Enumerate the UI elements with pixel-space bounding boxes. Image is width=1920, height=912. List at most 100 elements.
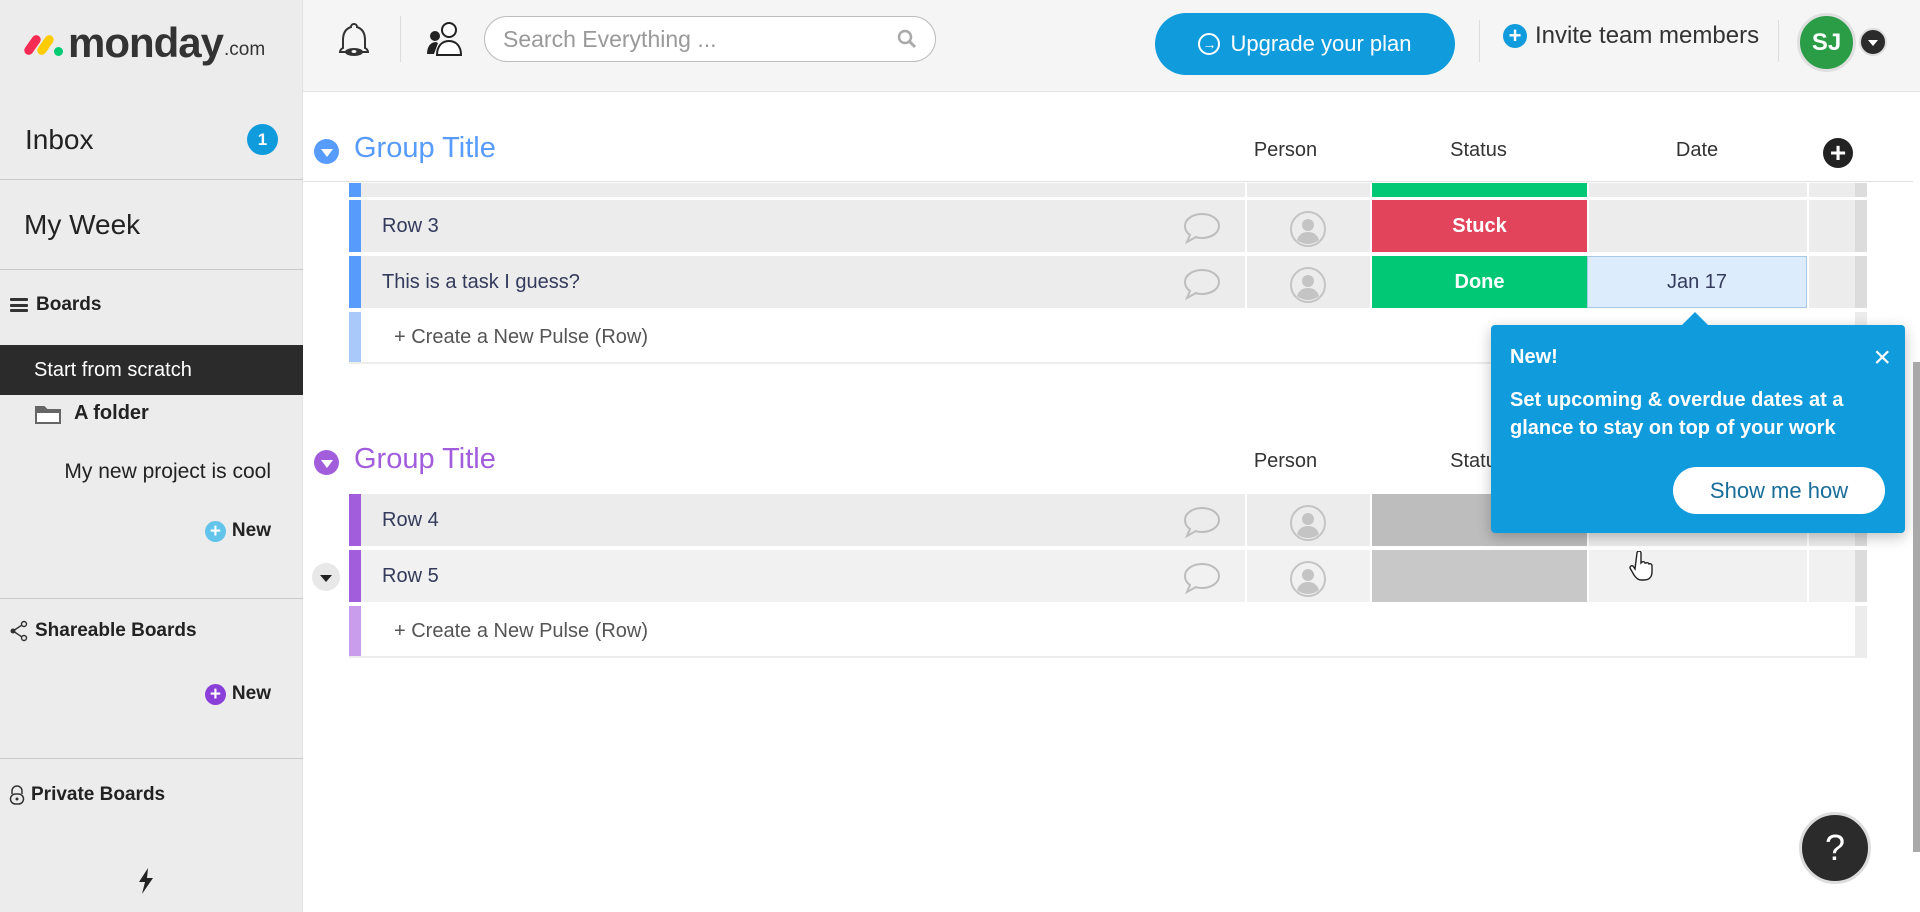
logo-suffix: .com xyxy=(224,39,266,60)
new-board-button[interactable]: + New xyxy=(204,520,271,542)
status-cell[interactable] xyxy=(1370,550,1587,602)
column-header-status[interactable]: Status xyxy=(1370,139,1587,162)
person-cell[interactable] xyxy=(1245,494,1370,546)
shareable-label: Shareable Boards xyxy=(35,620,197,641)
team-icon[interactable] xyxy=(425,20,465,63)
row-name[interactable]: Row 3 xyxy=(382,215,439,238)
upgrade-label: Upgrade your plan xyxy=(1230,31,1412,56)
lock-icon xyxy=(9,785,25,805)
hand-cursor-icon xyxy=(1629,550,1653,588)
close-icon[interactable]: × xyxy=(1873,343,1891,373)
person-avatar-icon xyxy=(1290,211,1326,247)
row-name[interactable]: Row 5 xyxy=(382,565,439,588)
group-collapse-icon[interactable] xyxy=(314,450,339,475)
row-color-bar xyxy=(349,550,361,602)
column-header-person[interactable]: Person xyxy=(1223,139,1348,162)
toolbar-divider xyxy=(400,16,401,62)
sidebar-boards-header[interactable]: Boards xyxy=(10,294,101,316)
sidebar-divider xyxy=(0,758,303,759)
comment-icon[interactable] xyxy=(1183,506,1221,538)
group-title[interactable]: Group Title xyxy=(354,132,496,165)
person-cell[interactable] xyxy=(1245,550,1370,602)
row-name[interactable]: This is a task I guess? xyxy=(382,271,580,294)
plus-icon: + xyxy=(204,683,226,705)
column-header-date[interactable]: Date xyxy=(1587,139,1807,162)
new-label: New xyxy=(231,683,271,704)
date-cell[interactable]: Jan 17 xyxy=(1587,256,1807,308)
sidebar-item-project[interactable]: My new project is cool xyxy=(64,460,271,484)
private-label: Private Boards xyxy=(31,784,166,805)
folder-icon xyxy=(35,405,61,424)
share-icon xyxy=(10,620,28,642)
monday-logo[interactable]: monday .com xyxy=(22,19,266,66)
row-menu-chevron-icon[interactable] xyxy=(312,563,340,591)
group-collapse-icon[interactable] xyxy=(314,139,339,164)
person-cell[interactable] xyxy=(1245,183,1370,197)
person-avatar-icon xyxy=(1290,561,1326,597)
user-avatar[interactable]: SJ xyxy=(1797,13,1856,72)
comment-icon[interactable] xyxy=(1183,562,1221,594)
group-title[interactable]: Group Title xyxy=(354,443,496,476)
table-row[interactable] xyxy=(349,183,1867,199)
invite-team-members-button[interactable]: + Invite team members xyxy=(1503,22,1759,50)
add-column-icon[interactable]: + xyxy=(1823,138,1853,168)
my-week-label: My Week xyxy=(24,208,141,240)
search-input[interactable] xyxy=(503,25,897,53)
plus-circle-icon: + xyxy=(1503,24,1527,48)
show-me-how-button[interactable]: Show me how xyxy=(1673,467,1885,514)
status-cell[interactable]: Stuck xyxy=(1370,200,1587,252)
row-color-bar xyxy=(349,256,361,308)
tooltip-body: Set upcoming & overdue dates at a glance… xyxy=(1510,389,1844,439)
sidebar-folder[interactable]: A folder xyxy=(34,402,149,425)
lightning-icon[interactable] xyxy=(136,868,156,901)
table-row[interactable]: Row 3 Stuck xyxy=(349,200,1867,254)
row-color-bar xyxy=(349,200,361,252)
create-row[interactable]: + Create a New Pulse (Row) xyxy=(349,606,1867,658)
menu-icon xyxy=(10,298,28,312)
chevron-down-icon[interactable] xyxy=(1859,28,1887,56)
tooltip-title: New! xyxy=(1510,346,1558,368)
notifications-bell-icon[interactable] xyxy=(337,22,371,63)
create-row-label[interactable]: + Create a New Pulse (Row) xyxy=(394,620,648,643)
search-bar[interactable] xyxy=(484,16,936,62)
row-color-bar xyxy=(349,606,361,656)
status-cell[interactable] xyxy=(1370,183,1587,197)
comment-icon[interactable] xyxy=(1183,212,1221,244)
sidebar-item-start-from-scratch[interactable]: Start from scratch xyxy=(0,345,303,395)
sidebar-private-boards[interactable]: Private Boards xyxy=(9,784,165,806)
date-cell[interactable] xyxy=(1587,200,1807,252)
sidebar-item-my-week[interactable]: My Week xyxy=(0,180,303,270)
new-shareable-board-button[interactable]: + New xyxy=(204,683,271,705)
person-avatar-icon xyxy=(1290,505,1326,541)
person-cell[interactable] xyxy=(1245,256,1370,308)
search-icon[interactable] xyxy=(897,29,917,49)
group-header: Group Title Person Status Date + xyxy=(303,122,1913,182)
person-avatar-icon xyxy=(1290,267,1326,303)
new-label: New xyxy=(231,520,271,541)
table-row[interactable]: This is a task I guess? Done Jan 17 xyxy=(349,256,1867,310)
date-cell[interactable] xyxy=(1587,550,1807,602)
date-cell[interactable] xyxy=(1587,183,1807,197)
upgrade-plan-button[interactable]: → Upgrade your plan xyxy=(1155,13,1455,75)
sidebar-item-inbox[interactable]: Inbox 1 xyxy=(0,100,303,180)
toolbar-divider xyxy=(1778,20,1779,62)
logo-mark-icon xyxy=(22,28,66,58)
invite-label: Invite team members xyxy=(1535,22,1760,49)
inbox-label: Inbox xyxy=(25,123,94,155)
person-cell[interactable] xyxy=(1245,200,1370,252)
scrollbar[interactable] xyxy=(1913,362,1920,852)
board-label: Start from scratch xyxy=(34,358,192,381)
row-color-bar xyxy=(349,494,361,546)
row-name[interactable]: Row 4 xyxy=(382,509,439,532)
status-cell[interactable]: Done xyxy=(1370,256,1587,308)
create-row-label[interactable]: + Create a New Pulse (Row) xyxy=(394,326,648,349)
column-header-person[interactable]: Person xyxy=(1223,450,1348,473)
comment-icon[interactable] xyxy=(1183,268,1221,300)
help-button[interactable]: ? xyxy=(1799,812,1871,884)
boards-label: Boards xyxy=(36,294,102,315)
logo-wordmark: monday xyxy=(68,19,224,66)
inbox-badge: 1 xyxy=(247,124,278,155)
sidebar-divider xyxy=(0,598,303,599)
sidebar-shareable-boards[interactable]: Shareable Boards xyxy=(9,620,197,642)
folder-label: A folder xyxy=(74,402,149,424)
